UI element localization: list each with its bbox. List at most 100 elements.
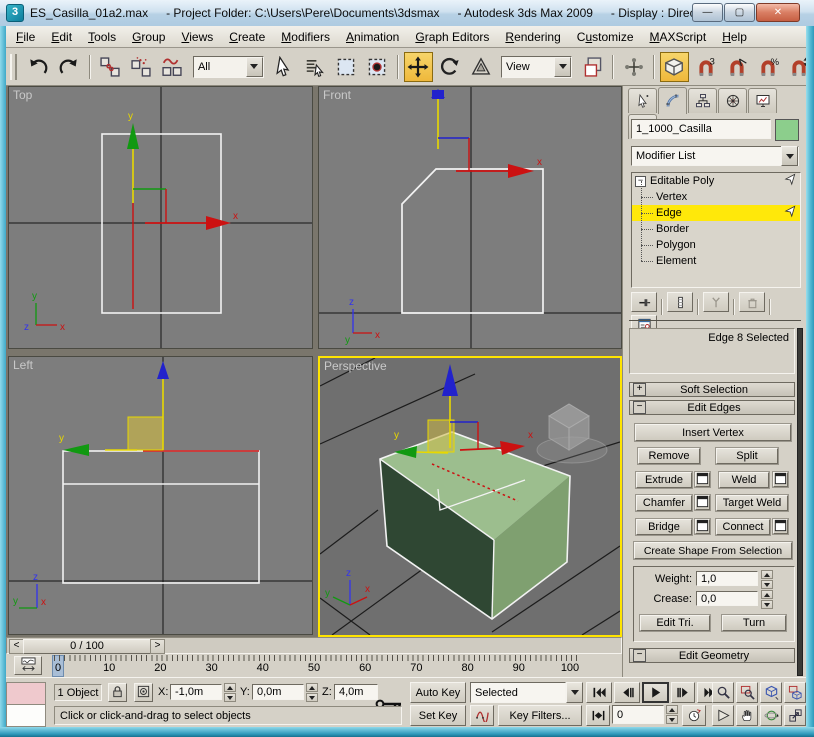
collapse-icon[interactable]: − (633, 401, 646, 414)
edit-edges-rollout[interactable]: − Edit Edges (629, 400, 795, 415)
modify-tab[interactable] (658, 87, 687, 114)
previous-frame-arrow[interactable]: < (9, 639, 24, 654)
split-button[interactable]: Split (716, 448, 778, 464)
key-filters-button[interactable]: Key Filters... (498, 705, 582, 726)
turn-button[interactable]: Turn (722, 615, 786, 631)
cube-toggle-icon[interactable] (660, 52, 689, 82)
selection-lock-button[interactable] (108, 683, 127, 702)
make-unique-button[interactable] (703, 292, 729, 312)
percent-snap-magnet-icon[interactable]: % (753, 52, 782, 82)
zoom-all-button[interactable] (736, 682, 758, 703)
menu-create[interactable]: Create (221, 28, 273, 46)
previous-frame-button[interactable] (614, 682, 640, 703)
snap-3d-magnet-icon[interactable]: 3 (691, 52, 720, 82)
select-and-manipulate-icon[interactable] (619, 52, 648, 82)
toolbar-drag-handle[interactable] (10, 54, 17, 80)
select-and-link-icon[interactable] (96, 52, 125, 82)
next-frame-arrow[interactable]: > (150, 639, 165, 654)
close-button[interactable]: ✕ (756, 3, 800, 22)
chamfer-settings-button[interactable] (695, 495, 710, 510)
select-and-move-icon[interactable] (404, 52, 433, 82)
viewport-front[interactable]: Front x z x y (318, 86, 622, 349)
insert-vertex-button[interactable]: Insert Vertex (635, 424, 791, 441)
viewport-top[interactable]: Top y x y x z (8, 86, 313, 349)
play-button[interactable] (642, 682, 669, 703)
soft-selection-rollout[interactable]: + Soft Selection (629, 382, 795, 397)
create-shape-button[interactable]: Create Shape From Selection (634, 542, 792, 559)
extrude-button[interactable]: Extrude (636, 472, 692, 488)
reference-coordinate-dropdown[interactable]: View (501, 56, 572, 78)
expand-icon[interactable]: + (633, 383, 646, 396)
chevron-down-icon[interactable] (566, 682, 583, 703)
selection-filter-dropdown[interactable]: All (193, 56, 264, 78)
y-coord-field[interactable]: 0,0m (252, 684, 304, 700)
show-end-result-button[interactable] (667, 292, 693, 312)
bind-to-space-warp-icon[interactable] (158, 52, 187, 82)
absolute-mode-button[interactable] (134, 683, 153, 702)
edit-tri-button[interactable]: Edit Tri. (640, 615, 710, 631)
set-key-button[interactable]: Set Key (410, 705, 466, 726)
object-name-field[interactable]: 1_1000_Casilla (631, 119, 771, 139)
object-color-swatch[interactable] (775, 119, 799, 141)
display-tab[interactable] (748, 88, 777, 113)
crease-spinner[interactable] (761, 590, 773, 609)
field-of-view-button[interactable] (712, 705, 734, 726)
track-bar[interactable]: 0102030405060708090100 (6, 654, 622, 678)
stack-item-vertex[interactable]: Vertex (632, 189, 800, 205)
menu-edit[interactable]: Edit (43, 28, 80, 46)
menu-modifiers[interactable]: Modifiers (273, 28, 338, 46)
maxscript-listener-pane[interactable] (6, 704, 46, 727)
time-configuration-button[interactable] (682, 705, 706, 726)
selection-set-dropdown[interactable]: Selected (470, 682, 566, 703)
chevron-down-icon[interactable] (554, 57, 571, 77)
weld-button[interactable]: Weld (719, 472, 769, 488)
menu-customize[interactable]: Customize (569, 28, 642, 46)
viewport-left[interactable]: Left y z y x (8, 356, 313, 635)
menu-file[interactable]: File (8, 28, 43, 46)
bridge-settings-button[interactable] (695, 519, 710, 534)
menu-tools[interactable]: Tools (80, 28, 124, 46)
menu-graph-editors[interactable]: Graph Editors (407, 28, 497, 46)
edit-geometry-rollout[interactable]: − Edit Geometry (629, 648, 795, 663)
viewport-label[interactable]: Left (13, 358, 33, 372)
current-frame-field[interactable]: 0 (612, 705, 664, 724)
select-by-name-icon[interactable] (301, 52, 330, 82)
minimize-button[interactable]: — (692, 3, 723, 22)
stack-item-editable-poly[interactable]: −Editable Poly (632, 173, 800, 189)
target-weld-button[interactable]: Target Weld (716, 495, 788, 511)
go-to-start-button[interactable] (586, 682, 612, 703)
rectangular-selection-region-icon[interactable] (332, 52, 361, 82)
select-and-scale-icon[interactable] (466, 52, 495, 82)
viewport-perspective[interactable]: Perspective (318, 356, 622, 637)
pan-button[interactable] (736, 705, 758, 726)
min-max-toggle-button[interactable] (784, 705, 806, 726)
pin-stack-button[interactable] (631, 292, 657, 312)
auto-key-button[interactable]: Auto Key (410, 682, 466, 703)
weld-settings-button[interactable] (773, 472, 788, 487)
hierarchy-tab[interactable] (688, 88, 717, 113)
remove-button[interactable]: Remove (638, 448, 700, 464)
chamfer-button[interactable]: Chamfer (636, 495, 692, 511)
menu-group[interactable]: Group (124, 28, 173, 46)
menu-animation[interactable]: Animation (338, 28, 407, 46)
bridge-button[interactable]: Bridge (636, 519, 692, 535)
menu-views[interactable]: Views (173, 28, 221, 46)
time-slider[interactable]: < 0 / 100 > (6, 637, 622, 654)
window-crossing-toggle-icon[interactable] (363, 52, 392, 82)
mini-curve-editor-button[interactable] (14, 656, 42, 675)
time-slider-handle[interactable]: 0 / 100 (23, 639, 151, 654)
chevron-down-icon[interactable] (781, 146, 798, 166)
maxscript-macro-pane[interactable] (6, 682, 46, 705)
remove-modifier-button[interactable] (739, 292, 765, 312)
viewport-label[interactable]: Top (13, 88, 32, 102)
next-frame-button[interactable] (671, 682, 695, 703)
viewport-label[interactable]: Perspective (324, 359, 387, 373)
select-and-rotate-icon[interactable] (435, 52, 464, 82)
menu-help[interactable]: Help (714, 28, 755, 46)
viewcube-ghost[interactable] (537, 404, 607, 463)
key-mode-toggle-button[interactable] (586, 705, 610, 726)
z-coord-field[interactable]: 4,0m (334, 684, 378, 700)
undo-icon[interactable] (24, 52, 53, 82)
collapse-icon[interactable]: − (633, 649, 646, 662)
weight-spinner[interactable] (761, 570, 773, 589)
